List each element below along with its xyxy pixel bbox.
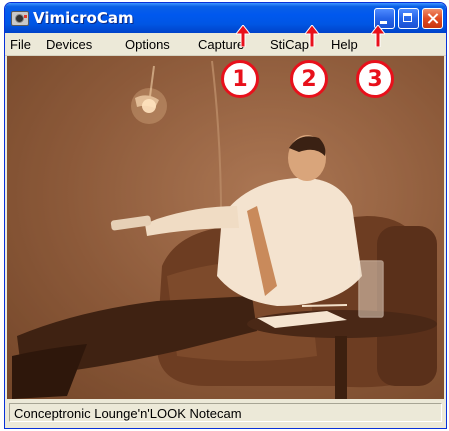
window-title: VimicroCam [33, 9, 134, 27]
app-window: VimicroCam File Devices Options Capture … [4, 2, 447, 429]
up-arrow-icon [305, 25, 319, 47]
menu-help[interactable]: Help [331, 37, 358, 52]
up-arrow-icon [371, 25, 385, 47]
status-text: Conceptronic Lounge'n'LOOK Notecam [14, 406, 242, 421]
menu-devices[interactable]: Devices [46, 37, 92, 52]
status-bar: Conceptronic Lounge'n'LOOK Notecam [7, 401, 444, 425]
maximize-button[interactable] [398, 8, 419, 29]
callout-1: 1 [221, 60, 259, 98]
webcam-icon[interactable] [11, 11, 29, 26]
video-preview [7, 56, 444, 399]
callout-3: 3 [356, 60, 394, 98]
status-panel: Conceptronic Lounge'n'LOOK Notecam [9, 403, 442, 422]
close-button[interactable] [422, 8, 443, 29]
preview-image [7, 56, 444, 399]
menu-options[interactable]: Options [125, 37, 170, 52]
up-arrow-icon [236, 25, 250, 47]
menu-sticap[interactable]: StiCap [270, 37, 309, 52]
menu-file[interactable]: File [10, 37, 31, 52]
callout-2: 2 [290, 60, 328, 98]
